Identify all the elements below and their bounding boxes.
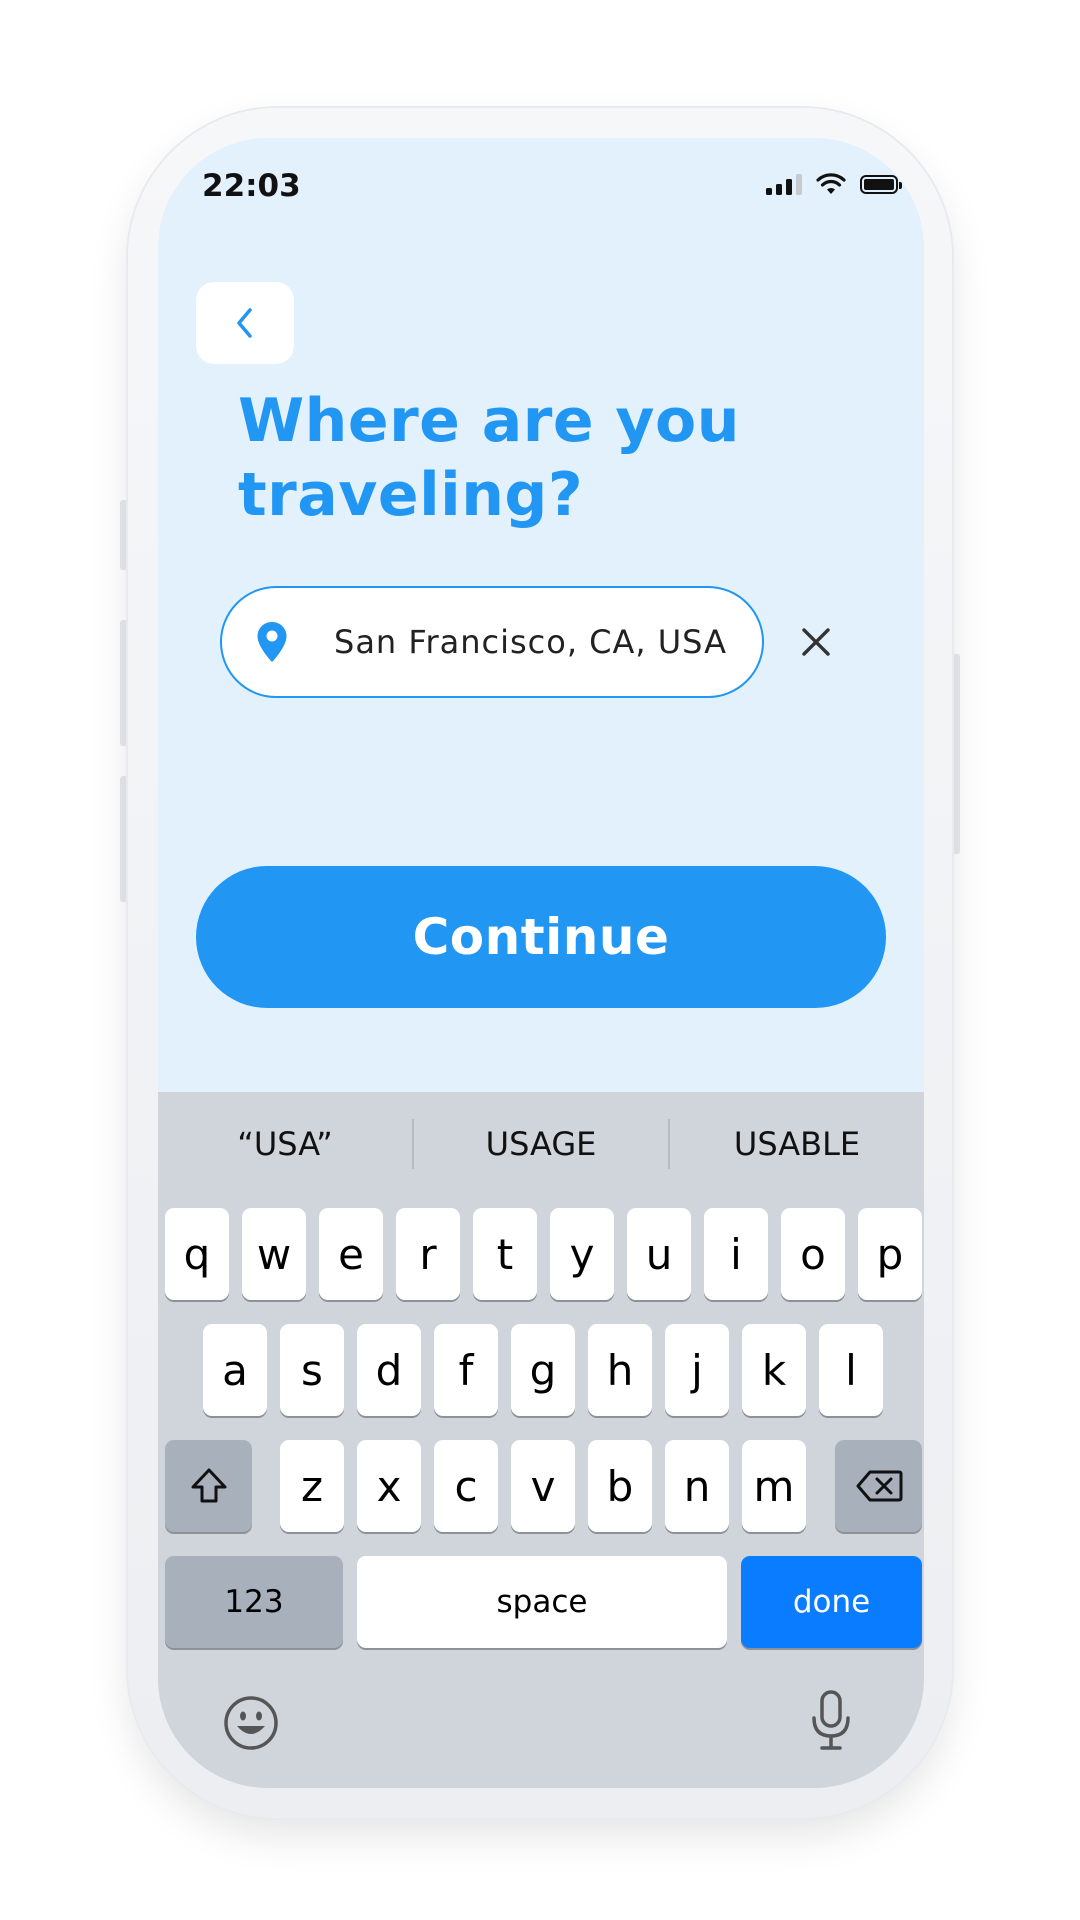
delete-key[interactable]	[835, 1440, 922, 1532]
key-u[interactable]: u	[627, 1208, 691, 1300]
back-button[interactable]	[196, 282, 294, 364]
key-l[interactable]: l	[819, 1324, 883, 1416]
shift-key[interactable]	[165, 1440, 252, 1532]
key-r[interactable]: r	[396, 1208, 460, 1300]
key-d[interactable]: d	[357, 1324, 421, 1416]
microphone-button[interactable]	[806, 1688, 856, 1754]
key-g[interactable]: g	[511, 1324, 575, 1416]
location-pin-icon	[252, 618, 292, 666]
status-time: 22:03	[202, 168, 301, 204]
wifi-icon	[816, 173, 846, 194]
suggestion-item[interactable]: USAGE	[414, 1125, 668, 1163]
location-input[interactable]: San Francisco, CA, USA	[220, 586, 764, 698]
space-key[interactable]: space	[357, 1556, 727, 1648]
microphone-icon	[812, 1690, 850, 1750]
key-n[interactable]: n	[665, 1440, 729, 1532]
numbers-key[interactable]: 123	[165, 1556, 343, 1648]
done-key[interactable]: done	[741, 1556, 922, 1648]
key-h[interactable]: h	[588, 1324, 652, 1416]
emoji-icon	[224, 1696, 278, 1750]
battery-icon	[860, 174, 902, 194]
key-q[interactable]: q	[165, 1208, 229, 1300]
chevron-left-icon	[237, 308, 252, 338]
key-k[interactable]: k	[742, 1324, 806, 1416]
key-o[interactable]: o	[781, 1208, 845, 1300]
suggestion-bar: “USA” USAGE USABLE	[158, 1092, 924, 1196]
on-screen-keyboard: “USA” USAGE USABLE q w e r t y u i o p a…	[158, 1092, 924, 1788]
cellular-signal-icon	[766, 173, 802, 195]
key-z[interactable]: z	[280, 1440, 344, 1532]
backspace-icon	[856, 1470, 902, 1502]
suggestion-item[interactable]: “USA”	[158, 1125, 412, 1163]
key-a[interactable]: a	[203, 1324, 267, 1416]
close-icon	[802, 628, 830, 656]
key-w[interactable]: w	[242, 1208, 306, 1300]
suggestion-item[interactable]: USABLE	[670, 1125, 924, 1163]
status-icons	[766, 172, 902, 196]
continue-button[interactable]: Continue	[196, 866, 886, 1008]
page-title: Where are you traveling?	[238, 386, 740, 530]
key-i[interactable]: i	[704, 1208, 768, 1300]
key-x[interactable]: x	[357, 1440, 421, 1532]
key-y[interactable]: y	[550, 1208, 614, 1300]
emoji-button[interactable]	[220, 1692, 282, 1754]
key-v[interactable]: v	[511, 1440, 575, 1532]
key-t[interactable]: t	[473, 1208, 537, 1300]
phone-power-button	[952, 654, 960, 854]
key-p[interactable]: p	[858, 1208, 922, 1300]
phone-screen: 22:03 Where are you traveling? San Franc…	[158, 138, 924, 1788]
location-value: San Francisco, CA, USA	[334, 623, 727, 661]
key-j[interactable]: j	[665, 1324, 729, 1416]
key-s[interactable]: s	[280, 1324, 344, 1416]
clear-button[interactable]	[796, 622, 836, 662]
key-b[interactable]: b	[588, 1440, 652, 1532]
phone-volume-up-button	[120, 620, 128, 746]
key-m[interactable]: m	[742, 1440, 806, 1532]
phone-volume-down-button	[120, 776, 128, 902]
key-e[interactable]: e	[319, 1208, 383, 1300]
key-c[interactable]: c	[434, 1440, 498, 1532]
key-f[interactable]: f	[434, 1324, 498, 1416]
shift-icon	[191, 1468, 226, 1503]
phone-side-button	[120, 500, 128, 570]
